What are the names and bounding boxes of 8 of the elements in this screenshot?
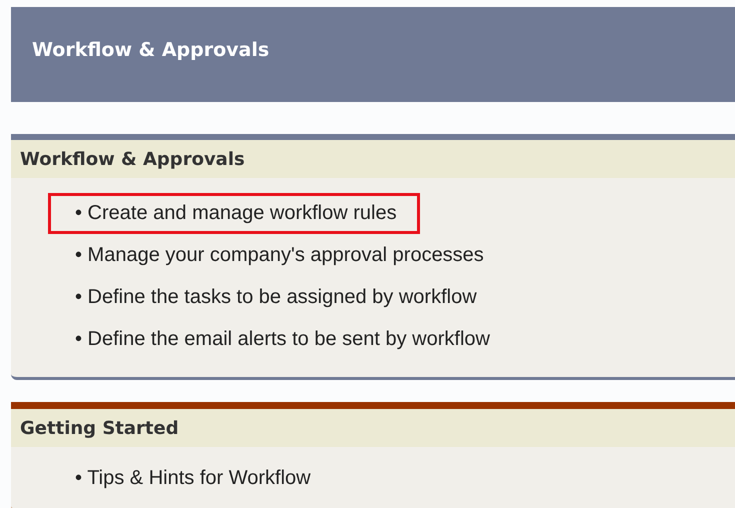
link[interactable]: • Create and manage workflow rules [48, 192, 420, 234]
section-header: Getting Started [11, 409, 735, 447]
link[interactable]: • Define the email alerts to be sent by workflow [66, 318, 513, 360]
page-title: Workflow & Approvals [32, 38, 270, 60]
link[interactable]: • Manage your company's approval processes [66, 234, 507, 276]
link[interactable]: • Define the tasks to be assigned by workflow [66, 276, 500, 318]
link[interactable]: • Tips & Hints for Workflow [66, 458, 334, 498]
section-header: Workflow & Approvals [11, 140, 735, 178]
